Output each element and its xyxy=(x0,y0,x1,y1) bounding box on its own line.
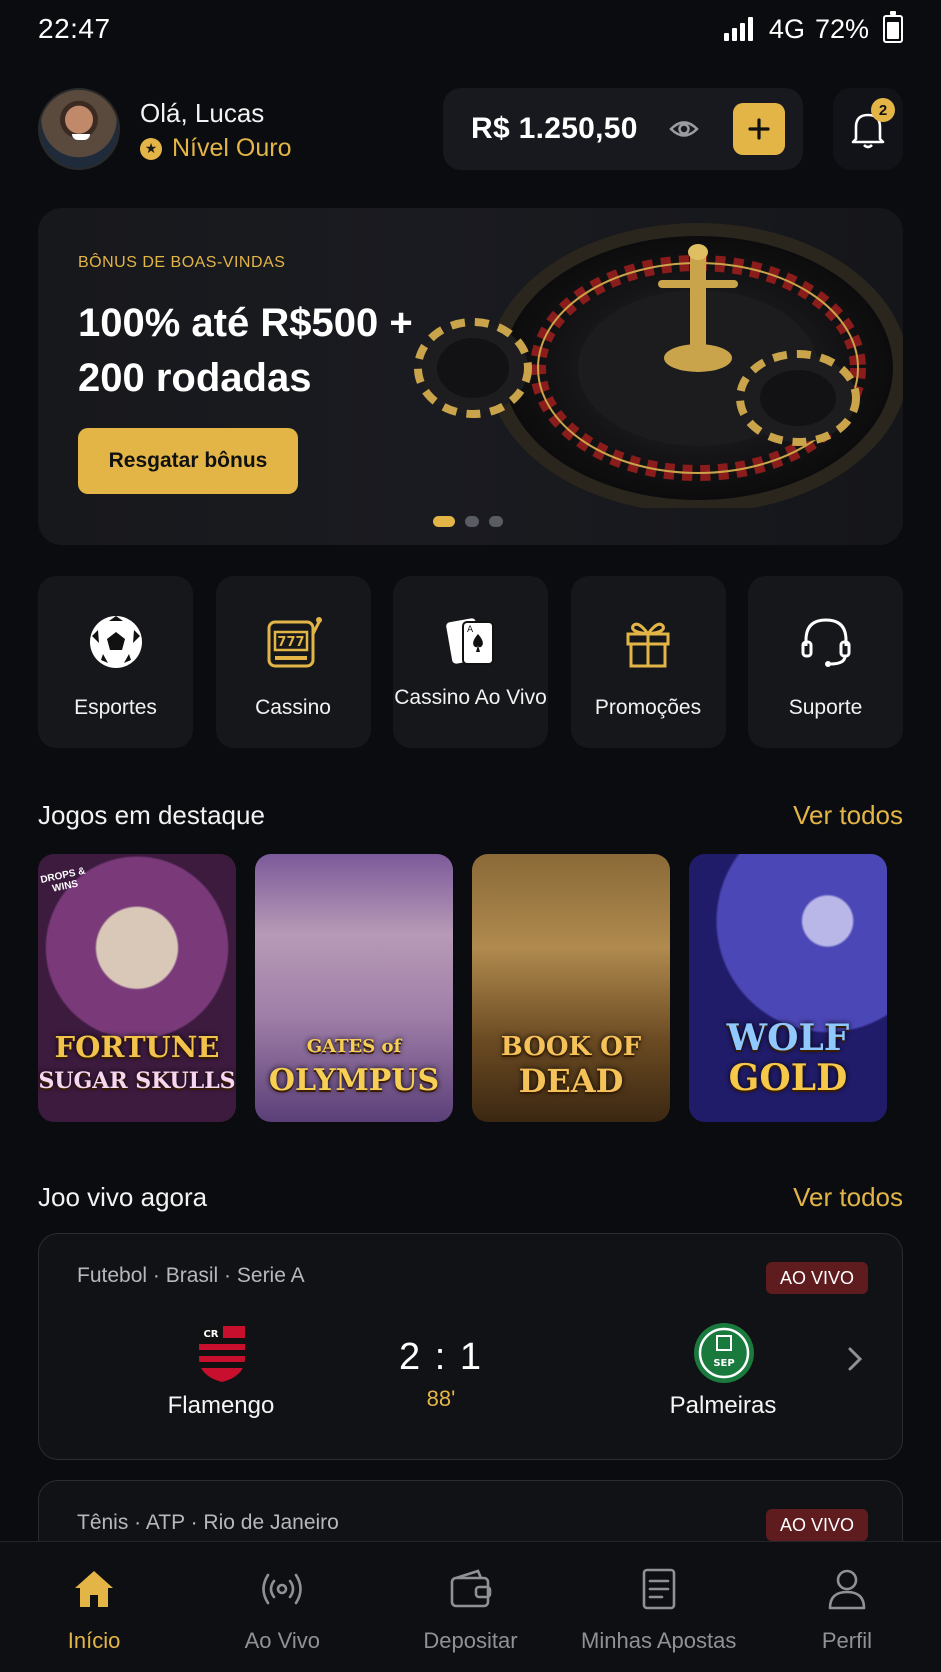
playing-cards-icon: A xyxy=(445,618,494,665)
add-funds-button[interactable] xyxy=(733,103,785,155)
promo-banner[interactable]: BÔNUS DE BOAS-VINDAS 100% até R$500 + 20… xyxy=(38,208,903,545)
plus-icon xyxy=(748,118,770,140)
category-shortcuts: Esportes 777 Cassino A Cassino Ao Vivo P… xyxy=(38,576,903,748)
banner-title: 100% até R$500 + 200 rodadas xyxy=(78,301,413,400)
notifications-button[interactable]: 2 xyxy=(833,88,903,170)
carousel-dot[interactable] xyxy=(489,516,503,527)
level-star-icon: ★ xyxy=(140,137,162,160)
game-card[interactable]: DROPS & WINS FORTUNE SUGAR SKULLS xyxy=(38,854,236,1122)
bottom-navigation: Início Ao Vivo Depositar Minhas Apostas … xyxy=(0,1541,941,1672)
headset-icon xyxy=(801,618,850,667)
category-support[interactable]: Suporte xyxy=(748,576,903,748)
match-minute: 88' xyxy=(426,1386,456,1411)
game-title: GATES of OLYMPUS xyxy=(268,1036,440,1098)
user-level-label: Nível Ouro xyxy=(172,134,292,162)
category-label: Cassino xyxy=(255,696,331,719)
game-title: BOOK OF DEAD xyxy=(500,1032,642,1100)
category-sports[interactable]: Esportes xyxy=(38,576,193,748)
carousel-dot[interactable] xyxy=(465,516,479,527)
eye-icon[interactable] xyxy=(669,116,699,142)
slot-machine-icon: 777 xyxy=(267,617,322,668)
bets-ticket-icon xyxy=(642,1568,676,1610)
wallet-icon xyxy=(450,1569,491,1608)
match-score: 2 : 1 xyxy=(399,1336,483,1378)
flamengo-crest-icon: CR xyxy=(199,1326,245,1382)
chevron-right-icon[interactable] xyxy=(846,1346,864,1372)
drops-wins-badge: DROPS & WINS xyxy=(39,865,87,895)
nav-deposit[interactable]: Depositar xyxy=(376,1542,564,1672)
match-league: Futebol · Brasil · Serie A xyxy=(77,1264,305,1287)
category-label: Esportes xyxy=(74,696,157,719)
battery-percent: 72% xyxy=(814,13,869,44)
greeting: Olá, Lucas xyxy=(140,98,265,128)
category-casino[interactable]: 777 Cassino xyxy=(215,576,371,748)
user-icon xyxy=(828,1569,866,1610)
svg-text:CR: CR xyxy=(203,1329,218,1340)
status-indicators: 4G 72% xyxy=(723,11,903,45)
balance-box: R$ 1.250,50 xyxy=(443,88,803,170)
header: Olá, Lucas ★ Nível Ouro R$ 1.250,50 2 xyxy=(38,88,903,170)
live-now-title: Joo vivo agora xyxy=(38,1182,208,1212)
notification-badge: 2 xyxy=(871,98,895,122)
status-bar: 22:47 4G 72% xyxy=(0,0,941,58)
nav-my-bets[interactable]: Minhas Apostas xyxy=(565,1542,753,1672)
category-label: Cassino Ao Vivo xyxy=(394,686,547,709)
game-card[interactable]: WOLF GOLD xyxy=(689,854,887,1122)
category-label: Suporte xyxy=(788,696,863,719)
live-see-all-link[interactable]: Ver todos xyxy=(793,1182,903,1213)
network-type: 4G xyxy=(768,13,805,44)
signal-icon xyxy=(723,17,753,41)
soccer-ball-icon xyxy=(89,616,142,668)
game-card[interactable]: GATES of OLYMPUS xyxy=(255,854,453,1122)
gift-icon xyxy=(626,622,670,668)
match-league: Tênis · ATP · Rio de Janeiro xyxy=(77,1511,339,1534)
featured-games-title: Jogos em destaque xyxy=(38,800,265,830)
category-promotions[interactable]: Promoções xyxy=(570,576,726,748)
nav-live[interactable]: Ao Vivo xyxy=(188,1542,376,1672)
banner-eyebrow: BÔNUS DE BOAS-VINDAS xyxy=(78,254,286,271)
nav-profile[interactable]: Perfil xyxy=(753,1542,941,1672)
nav-label: Depositar xyxy=(423,1628,518,1653)
home-team-name: Flamengo xyxy=(167,1392,275,1419)
avatar[interactable] xyxy=(38,88,120,170)
nav-label: Perfil xyxy=(821,1628,872,1653)
broadcast-icon xyxy=(262,1573,303,1605)
category-live-casino[interactable]: A Cassino Ao Vivo xyxy=(393,576,548,748)
balance-value: R$ 1.250,50 xyxy=(471,112,638,145)
live-badge: AO VIVO xyxy=(765,1262,868,1294)
svg-text:SEP: SEP xyxy=(713,1358,734,1369)
svg-text:777: 777 xyxy=(277,635,304,650)
roulette-illustration xyxy=(414,223,903,508)
nav-label: Início xyxy=(67,1628,121,1653)
live-match-card[interactable]: Futebol · Brasil · Serie A AO VIVO CR Fl… xyxy=(38,1233,903,1460)
nav-label: Minhas Apostas xyxy=(581,1628,737,1653)
palmeiras-crest-icon: SEP xyxy=(694,1323,754,1383)
home-icon xyxy=(75,1571,114,1607)
carousel-dots xyxy=(433,516,503,527)
svg-text:A: A xyxy=(467,625,474,635)
featured-games-row: DROPS & WINS FORTUNE SUGAR SKULLS GATES … xyxy=(38,854,888,1122)
featured-see-all-link[interactable]: Ver todos xyxy=(793,800,903,831)
status-time: 22:47 xyxy=(38,13,111,44)
game-title: WOLF GOLD xyxy=(726,1017,850,1099)
claim-bonus-button[interactable]: Resgatar bônus xyxy=(78,428,298,494)
game-title: FORTUNE SUGAR SKULLS xyxy=(38,1030,236,1094)
nav-label: Ao Vivo xyxy=(244,1628,321,1653)
category-label: Promoções xyxy=(594,696,702,719)
battery-icon xyxy=(883,11,903,43)
user-level: ★ Nível Ouro xyxy=(140,134,291,163)
away-team-name: Palmeiras xyxy=(669,1392,777,1419)
nav-home[interactable]: Início xyxy=(0,1542,188,1672)
live-badge: AO VIVO xyxy=(765,1509,868,1541)
game-card[interactable]: BOOK OF DEAD xyxy=(472,854,670,1122)
carousel-dot[interactable] xyxy=(433,516,455,527)
